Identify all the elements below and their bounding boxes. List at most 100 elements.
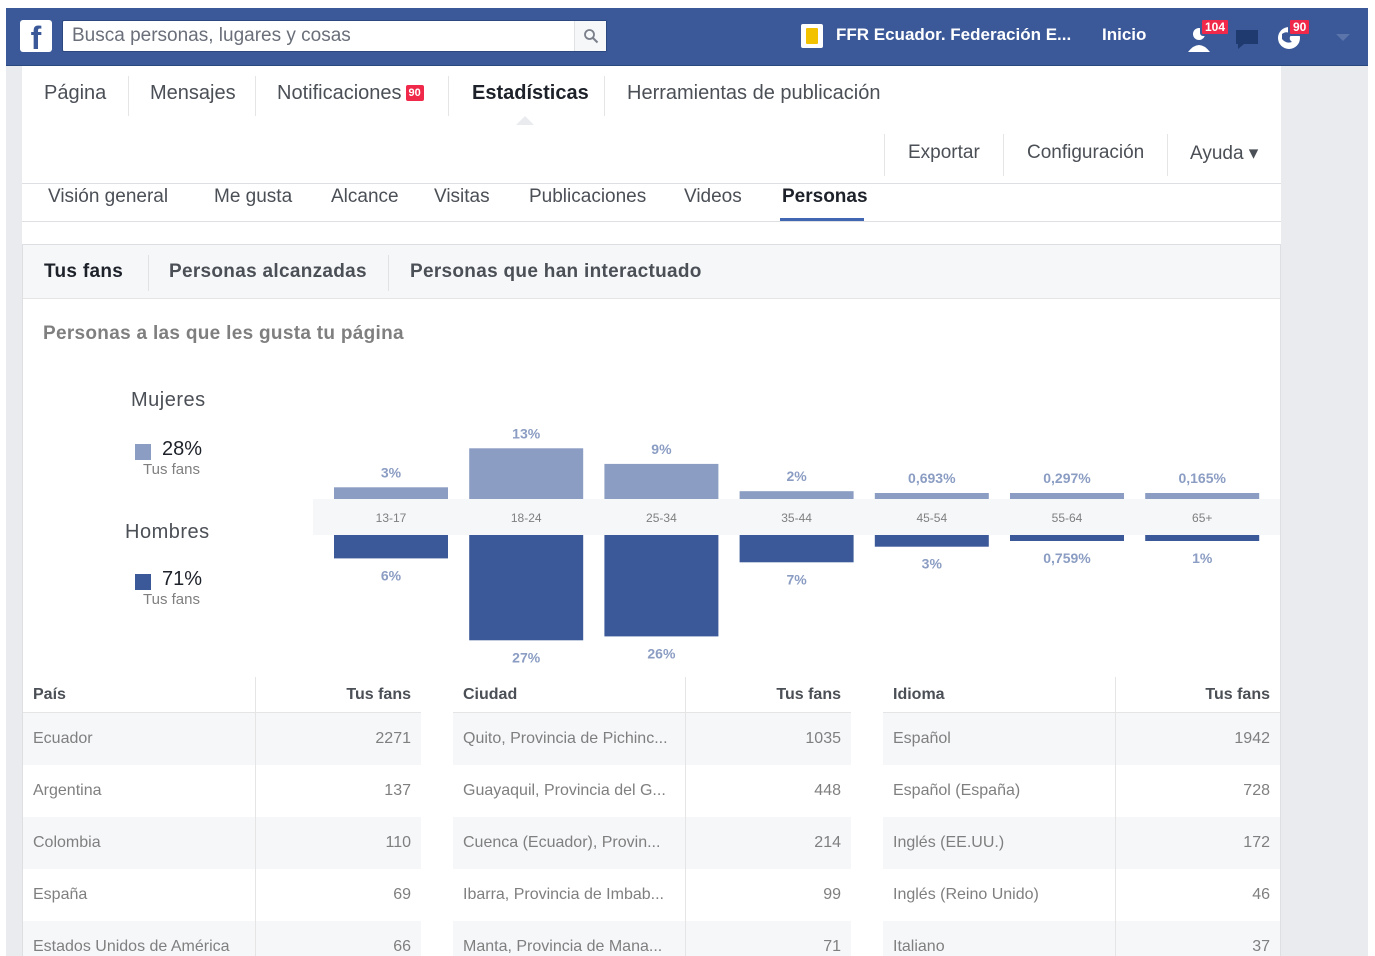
chevron-down-icon[interactable] — [1336, 34, 1350, 41]
page-name-link[interactable]: FFR Ecuador. Federación E... — [836, 25, 1071, 45]
help-button[interactable]: Ayuda ▾ — [1190, 142, 1258, 165]
ciudad-cell: Ibarra, Provincia de Imbab... — [463, 886, 664, 903]
idioma-cell: Inglés (EE.UU.) — [893, 834, 1005, 851]
export-button[interactable]: Exportar — [908, 142, 980, 164]
insights-tab-vision-general[interactable]: Visión general — [48, 186, 168, 208]
messages-icon[interactable] — [1232, 22, 1266, 52]
search-box — [62, 20, 607, 52]
insights-tab-alcance[interactable]: Alcance — [331, 186, 399, 208]
column-header-fans[interactable]: Tus fans — [1205, 686, 1270, 704]
table-row: Estados Unidos de América 66 — [23, 921, 421, 956]
pais-cell: España — [33, 886, 88, 903]
tab-divider — [128, 76, 129, 116]
age-tick-label: 35-44 — [781, 511, 812, 525]
fans-count-cell: 137 — [384, 782, 411, 799]
ciudad-cell: Guayaquil, Provincia del G... — [463, 782, 666, 799]
friend-requests-badge: 104 — [1200, 18, 1231, 36]
column-divider — [1115, 713, 1116, 956]
women-bar — [334, 487, 448, 499]
home-link[interactable]: Inicio — [1102, 25, 1146, 45]
insights-tab-visitas[interactable]: Visitas — [434, 186, 490, 208]
women-bar — [1145, 493, 1260, 499]
women-data-label: 0,297% — [1043, 470, 1091, 486]
idioma-cell: Inglés (Reino Unido) — [893, 886, 1039, 903]
pais-cell: Colombia — [33, 834, 101, 851]
active-tab-underline — [780, 218, 864, 221]
tab-herramientas-publicacion[interactable]: Herramientas de publicación — [627, 82, 880, 105]
settings-button[interactable]: Configuración — [1027, 142, 1144, 164]
idioma-cell: Español — [893, 730, 951, 747]
column-header-fans[interactable]: Tus fans — [776, 686, 841, 704]
tab-divider — [255, 76, 256, 116]
table-row: Ibarra, Provincia de Imbab... 99 — [453, 869, 851, 921]
right-gutter — [1281, 66, 1368, 956]
insights-tab-personas[interactable]: Personas — [782, 186, 868, 208]
fans-count-cell: 69 — [393, 886, 411, 903]
table-row: Inglés (EE.UU.) 172 — [883, 817, 1280, 869]
ciudad-cell: Quito, Provincia de Pichinc... — [463, 730, 668, 747]
top-bar: f FFR Ecuador. Federación E... Inicio 10… — [6, 8, 1368, 66]
women-bar — [874, 493, 989, 499]
insights-tab-videos[interactable]: Videos — [684, 186, 742, 208]
fans-count-cell: 2271 — [375, 730, 411, 747]
fans-count-cell: 728 — [1243, 782, 1270, 799]
column-header-pais[interactable]: País — [33, 686, 66, 704]
age-tick-label: 55-64 — [1052, 511, 1083, 525]
facebook-logo-icon[interactable]: f — [20, 20, 52, 52]
ciudad-cell: Cuenca (Ecuador), Provin... — [463, 834, 661, 851]
column-header-ciudad[interactable]: Ciudad — [463, 686, 517, 704]
men-data-label: 26% — [647, 645, 676, 661]
tab-pagina[interactable]: Página — [44, 82, 106, 105]
fans-count-cell: 110 — [385, 834, 411, 851]
tab-notificaciones[interactable]: Notificaciones 90 — [277, 82, 424, 105]
women-bar — [739, 491, 854, 499]
column-header-idioma[interactable]: Idioma — [893, 686, 945, 704]
fans-count-cell: 1942 — [1234, 730, 1270, 747]
globe-notifications-icon[interactable]: 90 — [1274, 18, 1312, 52]
women-data-label: 3% — [381, 464, 402, 480]
active-tab-caret — [516, 116, 534, 125]
tab-estadisticas[interactable]: Estadísticas — [472, 82, 589, 105]
table-row: Manta, Provincia de Mana... 71 — [453, 921, 851, 956]
ciudad-cell: Manta, Provincia de Mana... — [463, 938, 663, 955]
men-data-label: 7% — [786, 571, 807, 587]
table-row: Colombia 110 — [23, 817, 421, 869]
age-tick-label: 65+ — [1192, 511, 1212, 525]
search-input[interactable] — [63, 21, 563, 51]
page-icon[interactable] — [801, 24, 823, 48]
men-data-label: 3% — [922, 556, 943, 572]
men-bar — [1010, 535, 1124, 541]
friend-requests-icon[interactable]: 104 — [1186, 18, 1231, 52]
tool-divider — [1167, 134, 1168, 176]
table-row: Argentina 137 — [23, 765, 421, 817]
women-bar — [469, 448, 584, 499]
tab-mensajes[interactable]: Mensajes — [150, 82, 236, 105]
notifications-badge: 90 — [1288, 18, 1312, 36]
pais-cell: Estados Unidos de América — [33, 938, 230, 955]
search-button[interactable] — [574, 21, 606, 51]
fans-count-cell: 46 — [1252, 886, 1270, 903]
table-row: Cuenca (Ecuador), Provin... 214 — [453, 817, 851, 869]
women-data-label: 0,693% — [908, 470, 956, 486]
pais-cell: Ecuador — [33, 730, 93, 747]
column-divider — [1115, 677, 1116, 713]
fans-count-cell: 37 — [1252, 938, 1270, 955]
tab-notificaciones-label: Notificaciones — [277, 82, 402, 104]
women-bar — [1010, 493, 1124, 499]
men-bar — [739, 535, 854, 563]
idioma-cell: Italiano — [893, 938, 945, 955]
fans-count-cell: 71 — [823, 938, 841, 955]
tool-divider — [884, 134, 885, 176]
search-icon — [584, 29, 599, 44]
table-row: Inglés (Reino Unido) 46 — [883, 869, 1280, 921]
tab-divider — [604, 76, 605, 116]
tab-divider — [448, 76, 449, 116]
column-header-fans[interactable]: Tus fans — [346, 686, 411, 704]
notifications-tab-badge: 90 — [405, 85, 424, 101]
table-row: Español 1942 — [883, 713, 1280, 765]
column-divider — [685, 677, 686, 713]
insights-tab-publicaciones[interactable]: Publicaciones — [529, 186, 646, 208]
table-row: Italiano 37 — [883, 921, 1280, 956]
insights-tab-me-gusta[interactable]: Me gusta — [214, 186, 292, 208]
men-data-label: 6% — [381, 567, 402, 583]
